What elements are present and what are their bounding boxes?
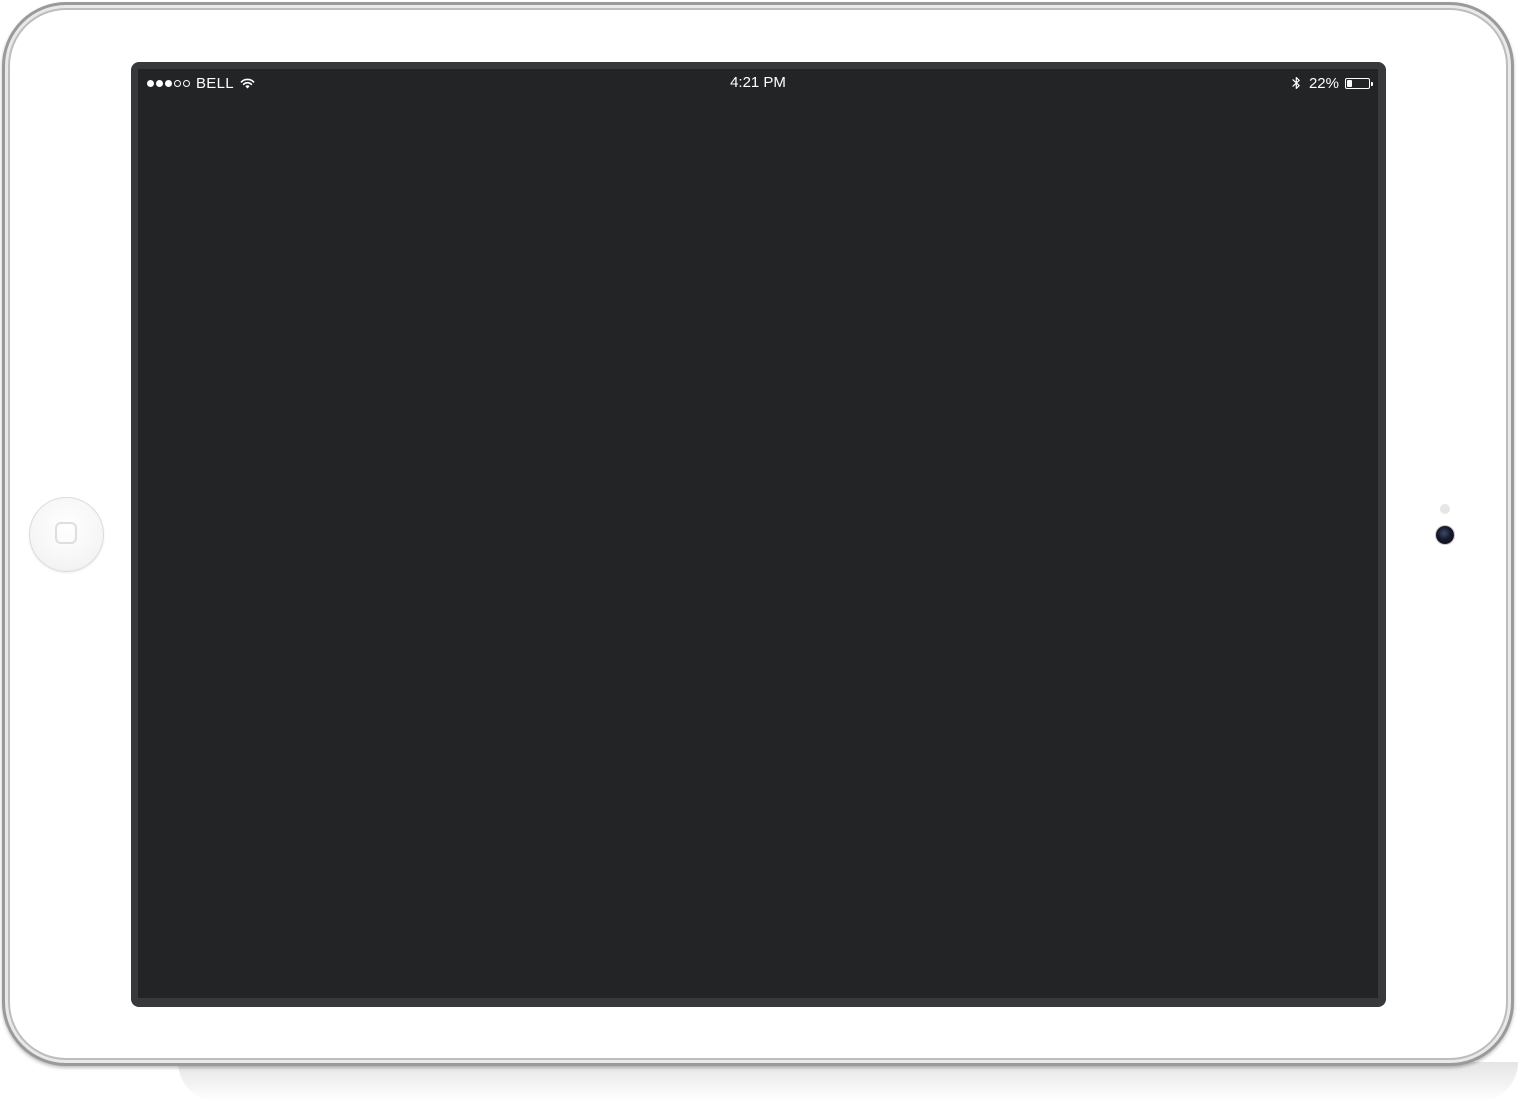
status-bar: BELL 4:21 PM 22%: [138, 69, 1378, 97]
battery-icon: [1345, 77, 1373, 89]
bluetooth-icon: [1292, 76, 1309, 90]
battery-level-fill: [1347, 79, 1352, 87]
ambient-light-sensor: [1440, 504, 1450, 514]
home-square-icon: [55, 522, 77, 544]
status-bar-right: 22%: [1292, 74, 1373, 92]
device-shadow: [178, 1062, 1518, 1102]
home-button[interactable]: [29, 497, 104, 572]
status-bar-center: 4:21 PM: [138, 74, 1378, 92]
screen[interactable]: BELL 4:21 PM 22%: [138, 69, 1378, 998]
front-camera-icon: [1436, 526, 1454, 544]
battery-nub: [1371, 81, 1373, 86]
battery-percent: 22%: [1308, 74, 1339, 92]
clock-time: 4:21 PM: [730, 74, 786, 91]
